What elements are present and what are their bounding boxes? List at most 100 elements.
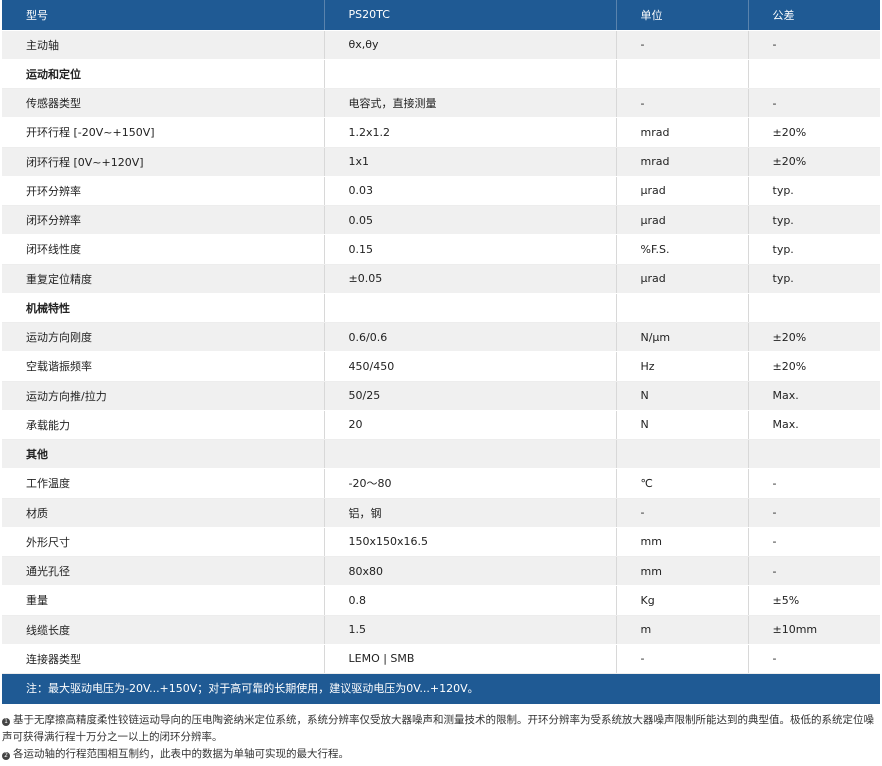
footnote-text-2: 各运动轴的行程范围相互制约，此表中的数据为单轴可实现的最大行程。	[13, 748, 349, 760]
unit-cell: μrad	[616, 205, 749, 236]
table-header: 型号 PS20TC 单位 公差	[2, 0, 880, 31]
value-cell: 50/25	[324, 381, 617, 411]
unit-cell: Hz	[616, 351, 749, 382]
unit-cell: mm	[616, 556, 749, 587]
tolerance-cell: typ.	[748, 176, 880, 207]
spec-table-container: 型号 PS20TC 单位 公差 主动轴 θx,θy - - 运动和定位 传感器类型 电容式，…	[2, 0, 880, 704]
table-row: 传感器类型 电容式，直接测量 - -	[2, 88, 880, 119]
unit-cell	[616, 439, 749, 470]
header-tolerance: 公差	[748, 0, 880, 31]
value-cell: 450/450	[324, 351, 617, 382]
unit-cell: mrad	[616, 147, 749, 177]
table-row: 重复定位精度 ±0.05 μrad typ.	[2, 264, 880, 294]
header-model: 型号	[2, 0, 325, 31]
table-row: 材质 铝，钢 - -	[2, 498, 880, 528]
table-row: 通光孔径 80x80 mm -	[2, 556, 880, 587]
param-cell: 连接器类型	[2, 644, 325, 675]
unit-cell: m	[616, 615, 749, 645]
value-cell: LEMO | SMB	[324, 644, 617, 675]
tolerance-cell: -	[748, 498, 880, 528]
value-cell	[324, 439, 617, 470]
table-row: 主动轴 θx,θy - -	[2, 30, 880, 60]
tolerance-cell: -	[748, 527, 880, 558]
footnote-1: 1 基于无摩擦高精度柔性铰链运动导向的压电陶瓷纳米定位系统，系统分辨率仅受放大器噪…	[2, 712, 880, 746]
table-row: 线缆长度 1.5 m ±10mm	[2, 615, 880, 645]
tolerance-cell: typ.	[748, 234, 880, 265]
tolerance-cell: ±20%	[748, 147, 880, 177]
unit-cell: N	[616, 410, 749, 441]
tolerance-cell: ±10mm	[748, 615, 880, 645]
param-cell: 运动方向刚度	[2, 322, 325, 353]
unit-cell: N	[616, 381, 749, 411]
table-row: 工作温度 -20～80 ℃ -	[2, 468, 880, 499]
tolerance-cell: -	[748, 468, 880, 499]
table-row: 闭环线性度 0.15 %F.S. typ.	[2, 234, 880, 265]
param-cell: 其他	[2, 439, 325, 470]
table-row: 开环行程 [-20V~+150V] 1.2x1.2 mrad ±20%	[2, 117, 880, 148]
value-cell: 铝，钢	[324, 498, 617, 528]
param-cell: 机械特性	[2, 293, 325, 324]
value-cell: 电容式，直接测量	[324, 88, 617, 119]
footnote-2: 2 各运动轴的行程范围相互制约，此表中的数据为单轴可实现的最大行程。	[2, 746, 880, 763]
table-row: 闭环行程 [0V~+120V] 1x1 mrad ±20%	[2, 147, 880, 177]
table-row: 闭环分辨率 0.05 μrad typ.	[2, 205, 880, 236]
footnote-marker-2: 2	[2, 752, 10, 760]
tolerance-cell: -	[748, 30, 880, 60]
value-cell: 1x1	[324, 147, 617, 177]
unit-cell: mrad	[616, 117, 749, 148]
table-row: 连接器类型 LEMO | SMB - -	[2, 644, 880, 675]
value-cell: 20	[324, 410, 617, 441]
param-cell: 闭环线性度	[2, 234, 325, 265]
unit-cell: Kg	[616, 585, 749, 616]
value-cell: 0.05	[324, 205, 617, 236]
value-cell: 80x80	[324, 556, 617, 587]
tolerance-cell	[748, 59, 880, 90]
param-cell: 外形尺寸	[2, 527, 325, 558]
param-cell: 通光孔径	[2, 556, 325, 587]
value-cell: 150x150x16.5	[324, 527, 617, 558]
value-cell	[324, 59, 617, 90]
value-cell: 1.2x1.2	[324, 117, 617, 148]
unit-cell: ℃	[616, 468, 749, 499]
param-cell: 空载谐振频率	[2, 351, 325, 382]
unit-cell: -	[616, 644, 749, 675]
value-cell: θx,θy	[324, 30, 617, 60]
unit-cell: mm	[616, 527, 749, 558]
param-cell: 线缆长度	[2, 615, 325, 645]
table-row: 开环分辨率 0.03 μrad typ.	[2, 176, 880, 207]
tolerance-cell	[748, 293, 880, 324]
value-cell: 0.03	[324, 176, 617, 207]
param-cell: 开环分辨率	[2, 176, 325, 207]
header-unit: 单位	[616, 0, 749, 31]
table-row: 空载谐振频率 450/450 Hz ±20%	[2, 351, 880, 382]
tolerance-cell: typ.	[748, 205, 880, 236]
tolerance-cell: ±20%	[748, 351, 880, 382]
param-cell: 重量	[2, 585, 325, 616]
param-cell: 运动和定位	[2, 59, 325, 90]
tolerance-cell: -	[748, 556, 880, 587]
tolerance-cell: Max.	[748, 381, 880, 411]
param-cell: 重复定位精度	[2, 264, 325, 294]
value-cell: 0.8	[324, 585, 617, 616]
unit-cell: -	[616, 88, 749, 119]
param-cell: 承载能力	[2, 410, 325, 441]
table-row: 机械特性	[2, 293, 880, 324]
param-cell: 主动轴	[2, 30, 325, 60]
table-row: 运动方向刚度 0.6/0.6 N/μm ±20%	[2, 322, 880, 353]
value-cell	[324, 293, 617, 324]
spec-table: 型号 PS20TC 单位 公差 主动轴 θx,θy - - 运动和定位 传感器类型 电容式，…	[2, 0, 880, 675]
param-cell: 工作温度	[2, 468, 325, 499]
value-cell: 1.5	[324, 615, 617, 645]
unit-cell: -	[616, 30, 749, 60]
tolerance-cell: -	[748, 88, 880, 119]
param-cell: 开环行程 [-20V~+150V]	[2, 117, 325, 148]
table-row: 外形尺寸 150x150x16.5 mm -	[2, 527, 880, 558]
value-cell: ±0.05	[324, 264, 617, 294]
param-cell: 运动方向推/拉力	[2, 381, 325, 411]
unit-cell: N/μm	[616, 322, 749, 353]
table-row: 承载能力 20 N Max.	[2, 410, 880, 441]
tolerance-cell: Max.	[748, 410, 880, 441]
tolerance-cell: -	[748, 644, 880, 675]
tolerance-cell: ±5%	[748, 585, 880, 616]
value-cell: -20～80	[324, 468, 617, 499]
